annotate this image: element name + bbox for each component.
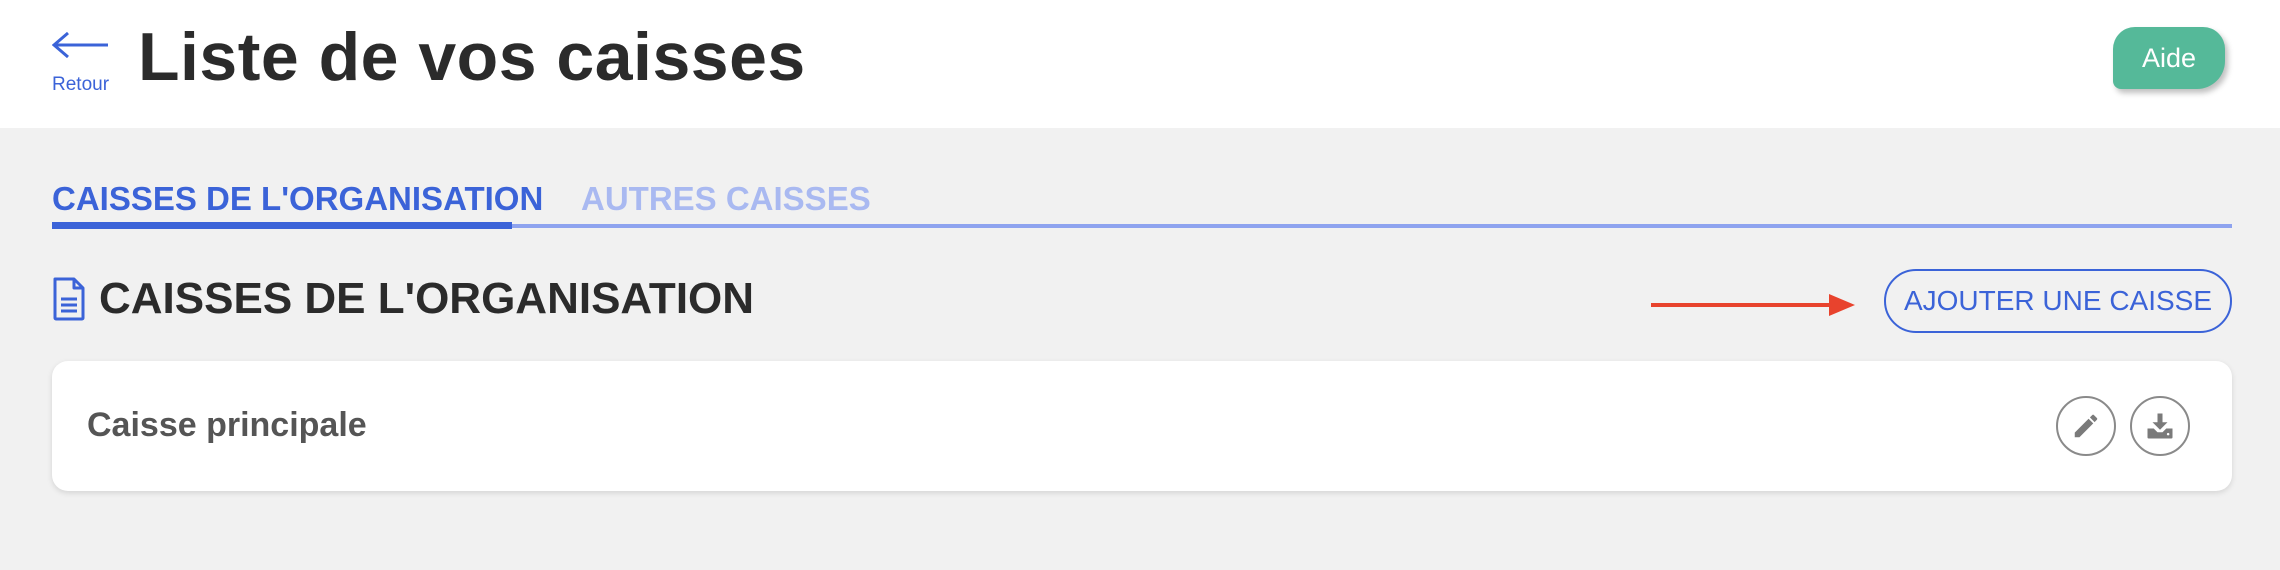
download-icon xyxy=(2147,413,2173,439)
active-tab-indicator xyxy=(52,222,512,229)
back-label: Retour xyxy=(52,74,110,95)
help-button[interactable]: Aide xyxy=(2113,27,2225,89)
arrow-left-icon xyxy=(52,32,108,58)
top-bar: Retour Liste de vos caisses Aide xyxy=(0,0,2280,128)
edit-button[interactable] xyxy=(2056,396,2116,456)
section-title: CAISSES DE L'ORGANISATION xyxy=(99,274,755,323)
tab-bar: CAISSES DE L'ORGANISATION AUTRES CAISSES xyxy=(52,170,2232,230)
tab-other-cashboxes[interactable]: AUTRES CAISSES xyxy=(581,180,871,218)
pencil-icon xyxy=(2074,414,2098,438)
document-icon xyxy=(53,277,85,321)
tab-organisation-cashboxes[interactable]: CAISSES DE L'ORGANISATION xyxy=(52,180,543,218)
back-button[interactable]: Retour xyxy=(50,28,114,98)
page-title: Liste de vos caisses xyxy=(138,19,806,95)
list-item[interactable]: Caisse principale xyxy=(52,361,2232,491)
cashbox-name: Caisse principale xyxy=(87,406,367,444)
annotation-arrow-icon xyxy=(1651,294,1855,316)
download-button[interactable] xyxy=(2130,396,2190,456)
add-cashbox-button[interactable]: AJOUTER UNE CAISSE xyxy=(1884,269,2232,333)
